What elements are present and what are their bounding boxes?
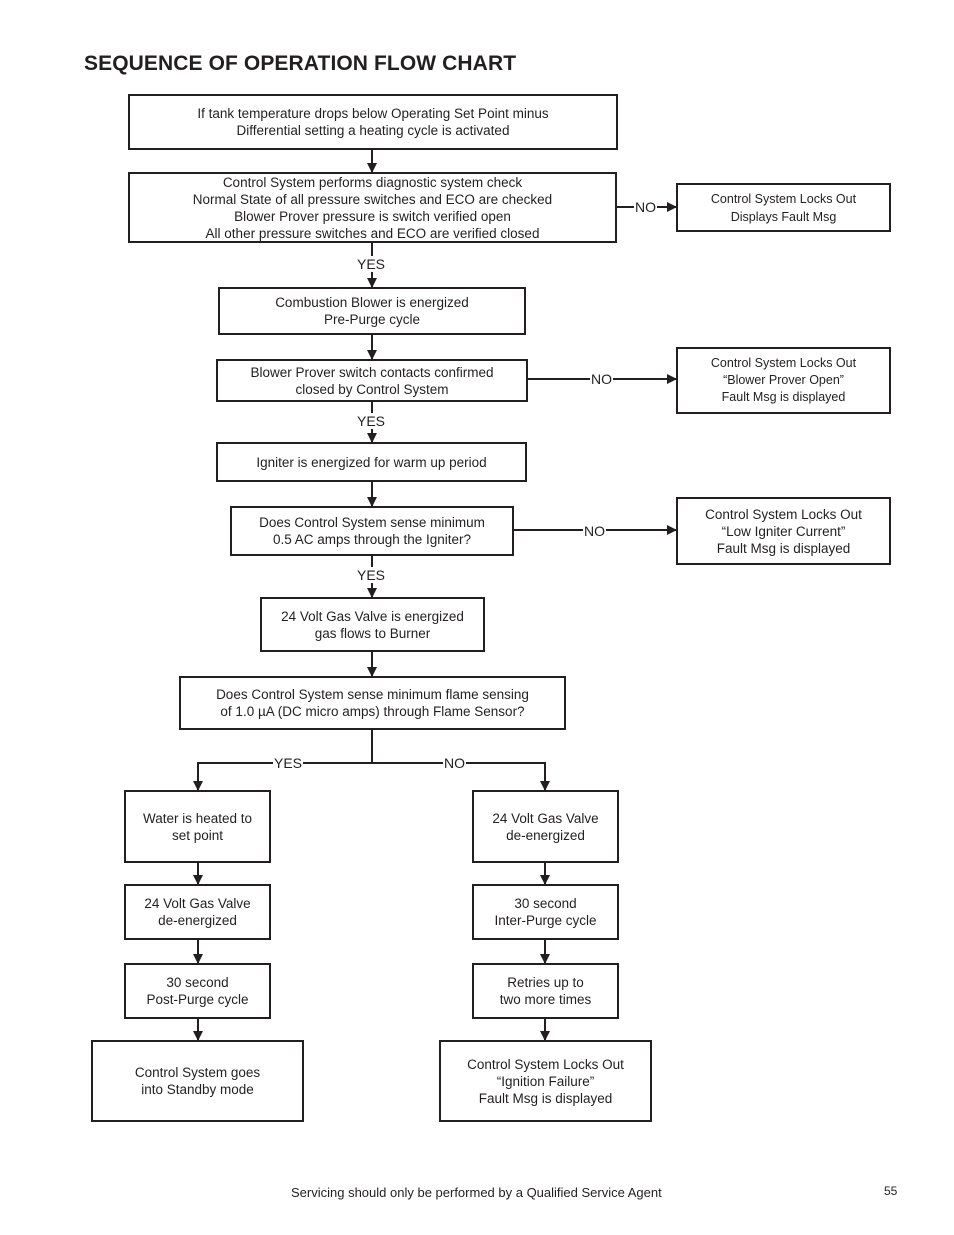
step-text-line: 24 Volt Gas Valve [144,896,251,911]
step-flame-check: Does Control System sense minimum flame … [179,676,566,730]
label-yes-flame: YES [273,755,304,771]
step-yes-standby: Control System goes into Standby mode [91,1040,304,1122]
step-text-line: Does Control System sense minimum [259,515,485,530]
step-text-line: Control System goes [134,1065,261,1080]
step-text-line: Fault Msg is displayed [721,390,846,404]
step-text-line: 24 Volt Gas Valve [492,810,599,826]
step-text-line: Control System Locks Out [705,506,862,522]
step-text-line: Fault Msg is displayed [478,1090,613,1106]
step-text-line: gas flows to Burner [314,625,431,641]
step-text-line: “Ignition Failure” [496,1073,595,1089]
step-text-line: Igniter is energized for warm up period [256,454,487,470]
footer-note: Servicing should only be performed by a … [291,1185,662,1200]
label-yes-diagnostic: YES [356,256,387,272]
step-text-line: Inter-Purge cycle [494,913,597,928]
step-no-retries: Retries up to two more times [472,963,619,1019]
step-text-line: If tank temperature drops below Operatin… [197,106,549,121]
step-text-line: de-energized [158,913,237,928]
step-text-line: Blower Prover pressure is switch verifie… [234,208,511,224]
step-text-line: Fault Msg is displayed [716,540,851,556]
step-start: If tank temperature drops below Operatin… [128,94,618,150]
step-text-line: Control System Locks Out [710,191,857,206]
step-yes-postpurge: 30 second Post-Purge cycle [124,963,271,1019]
step-prover: Blower Prover switch contacts confirmed c… [216,359,528,402]
step-lockout-fault: Control System Locks Out Displays Fault M… [676,183,891,232]
step-igniter-check: Does Control System sense minimum 0.5 AC … [230,506,514,556]
step-blower: Combustion Blower is energized Pre-Purge … [218,287,526,335]
step-text-line: Displays Fault Msg [730,209,837,224]
step-text-line: set point [171,827,224,843]
label-yes-prover: YES [356,413,387,429]
step-text-line: Combustion Blower is energized [275,295,469,310]
step-igniter: Igniter is energized for warm up period [216,442,527,482]
step-text-line: Retries up to [507,975,584,990]
step-gas-valve: 24 Volt Gas Valve is energized gas flows … [260,597,485,652]
step-text-line: closed by Control System [295,381,449,397]
step-no-lockout: Control System Locks Out “Ignition Failur… [439,1040,652,1122]
step-text-line: Normal State of all pressure switches an… [192,191,553,207]
label-no-diagnostic: NO [634,199,657,215]
step-text-line: two more times [499,992,592,1007]
step-text-line: 30 second [166,975,229,990]
step-yes-valve-off: 24 Volt Gas Valve de-energized [124,884,271,940]
step-text-line: Control System Locks Out [710,356,857,370]
step-text-line: of 1.0 µA (DC micro amps) through Flame … [220,704,525,719]
step-no-interpurge: 30 second Inter-Purge cycle [472,884,619,940]
step-no-valve-off: 24 Volt Gas Valve de-energized [472,790,619,863]
step-text-line: “Blower Prover Open” [723,373,844,387]
page-number: 55 [884,1184,898,1198]
step-text-line: Control System performs diagnostic syste… [222,174,523,190]
step-text-line: 30 second [514,896,577,911]
label-no-igniter: NO [583,523,606,539]
step-text-line: Differential setting a heating cycle is … [236,123,510,138]
step-yes-heated: Water is heated to set point [124,790,271,863]
step-text-line: Does Control System sense minimum flame … [216,687,529,702]
step-text-line: into Standby mode [141,1082,254,1097]
step-text-line: 24 Volt Gas Valve is energized [281,608,464,624]
step-text-line: de-energized [506,827,585,843]
step-text-line: “Low Igniter Current” [721,523,846,539]
step-text-line: Blower Prover switch contacts confirmed [250,364,494,380]
step-text-line: Control System Locks Out [467,1056,624,1072]
label-no-flame: NO [443,755,466,771]
step-lockout-prover: Control System Locks Out “Blower Prover O… [676,347,891,414]
step-diagnostic: Control System performs diagnostic syste… [128,172,617,243]
step-text-line: Water is heated to [142,810,253,826]
label-no-prover: NO [590,371,613,387]
step-lockout-igniter: Control System Locks Out “Low Igniter Cur… [676,497,891,565]
label-yes-igniter: YES [356,567,387,583]
step-text-line: All other pressure switches and ECO are … [205,225,540,241]
step-text-line: Pre-Purge cycle [323,312,421,327]
step-text-line: 0.5 AC amps through the Igniter? [272,532,472,547]
step-text-line: Post-Purge cycle [146,992,249,1007]
